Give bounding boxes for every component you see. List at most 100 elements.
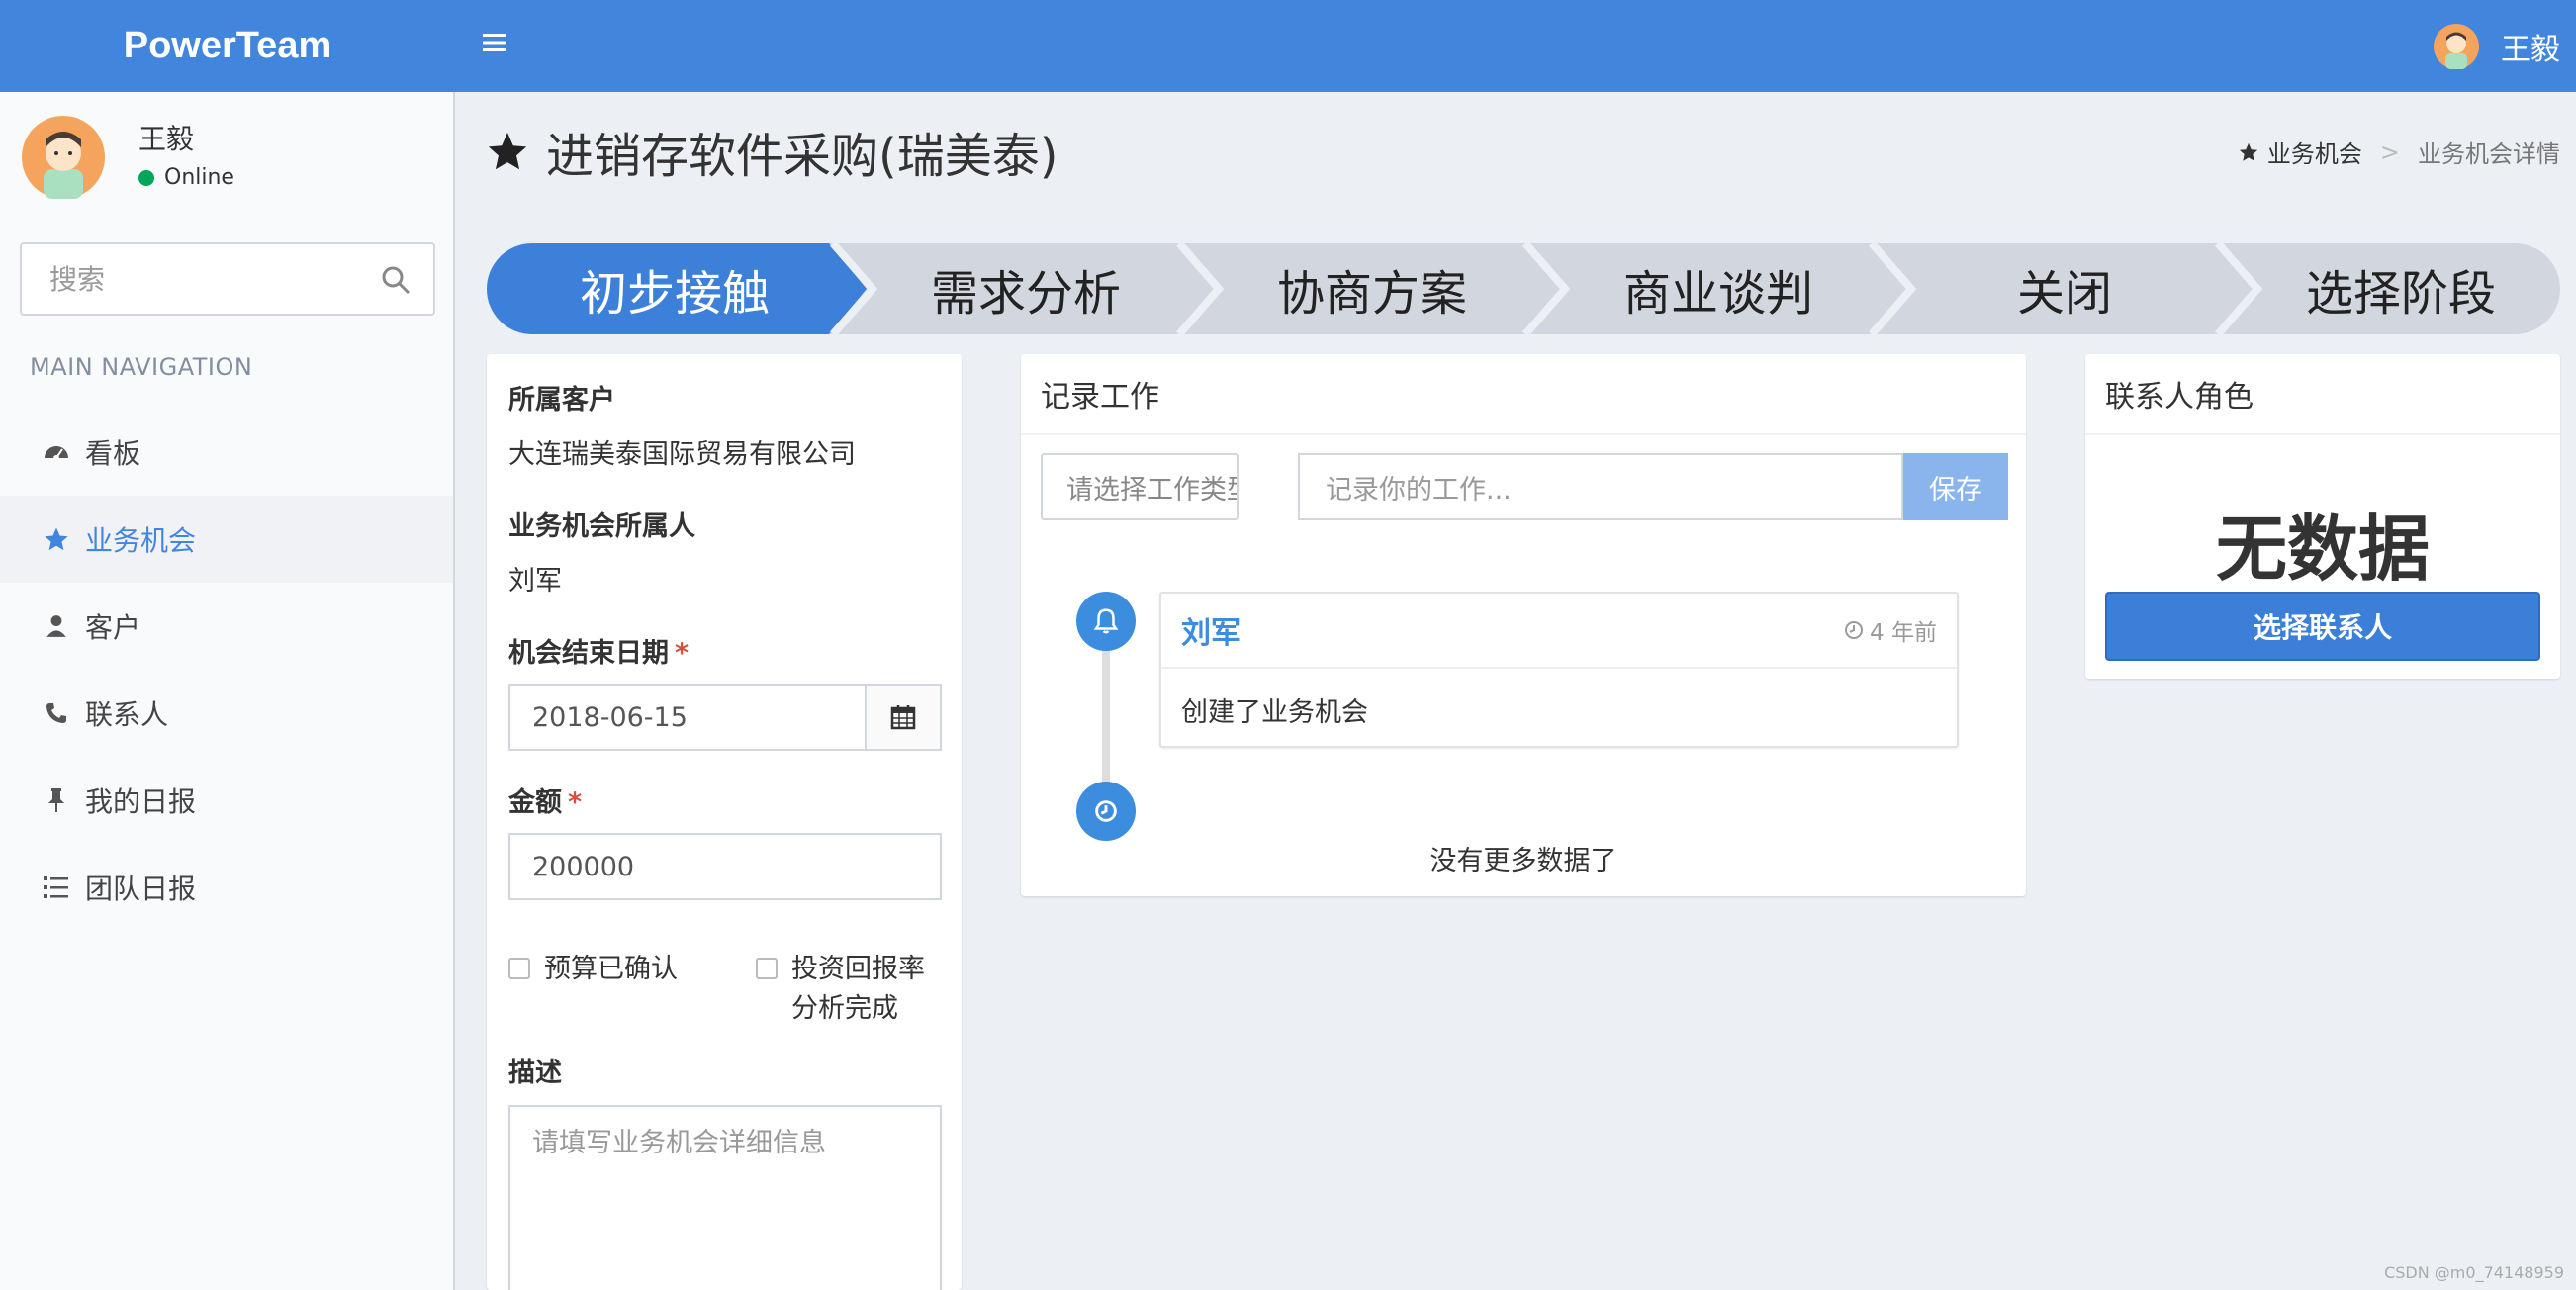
sidebar-item-label: 业务机会 (85, 524, 197, 557)
owner-label: 业务机会所属人 (508, 511, 695, 542)
amount-label-text: 金额 (508, 787, 562, 818)
customer-value: 大连瑞美泰国际贸易有限公司 (508, 439, 856, 470)
roi-analysis-label: 投资回报率 分析完成 (791, 950, 925, 1029)
stage-proposal[interactable]: 协商方案 (1219, 243, 1525, 334)
budget-confirmed-checkbox[interactable]: 预算已确认 (508, 950, 756, 1029)
star-icon (488, 132, 527, 170)
sidebar-item-label: 联系人 (85, 698, 169, 731)
no-data-text: 无数据 (2215, 507, 2430, 591)
owner-value: 刘军 (508, 566, 562, 597)
sidebar-user-name: 王毅 (138, 123, 195, 155)
app-logo[interactable]: PowerTeam (0, 0, 455, 92)
timeline-time-text: 4 年前 (1870, 620, 1937, 646)
description-label: 描述 (508, 1058, 562, 1088)
user-icon (40, 609, 73, 643)
timeline-item-header: 刘军 4 年前 (1161, 594, 1957, 669)
clock-icon (1845, 621, 1864, 639)
work-input-row: 请选择工作类型 记录你的工作... 保存 (1041, 453, 2008, 520)
watermark: CSDN @m0_74148959 (2384, 1263, 2564, 1282)
budget-confirmed-label: 预算已确认 (544, 954, 678, 984)
contact-roles-panel: 联系人角色 无数据 选择联系人 (2085, 354, 2560, 679)
no-more-data: 没有更多数据了 (1429, 846, 1617, 876)
checkbox-icon[interactable] (756, 958, 778, 979)
checkbox-icon[interactable] (508, 958, 530, 979)
sidebar-item-opportunities[interactable]: 业务机会 (0, 496, 453, 583)
sidebar-item-my-daily-report[interactable]: 我的日报 (0, 757, 453, 844)
sidebar-item-dashboard[interactable]: 看板 (0, 409, 453, 496)
end-date-field: 2018-06-15 (508, 684, 942, 751)
end-date-input[interactable]: 2018-06-15 (510, 686, 865, 749)
end-date-label: 机会结束日期 * (508, 631, 940, 670)
status-dot-icon (138, 169, 154, 186)
calendar-icon[interactable] (865, 686, 940, 749)
search-icon[interactable] (380, 264, 412, 296)
roi-label-line2: 分析完成 (791, 993, 898, 1024)
clock-icon (1076, 782, 1136, 841)
stage-needs-analysis[interactable]: 需求分析 (873, 243, 1179, 334)
sidebar-item-contacts[interactable]: 联系人 (0, 670, 453, 757)
bell-icon (1076, 592, 1136, 651)
hamburger-icon[interactable] (481, 28, 512, 63)
phone-icon (40, 696, 73, 730)
avatar (2434, 24, 2479, 69)
required-mark: * (675, 638, 690, 669)
stage-negotiation[interactable]: 商业谈判 (1565, 243, 1872, 334)
breadcrumb-home[interactable]: 业务机会 (2238, 135, 2362, 169)
search-input[interactable] (22, 244, 358, 314)
work-content-input[interactable]: 记录你的工作... (1298, 453, 1903, 520)
top-navbar: PowerTeam 王毅 (0, 0, 2576, 92)
dashboard-icon (40, 435, 73, 469)
amount-field: 200000 (508, 833, 942, 900)
sidebar-item-label: 看板 (85, 437, 141, 470)
timeline-author[interactable]: 刘军 (1181, 608, 1241, 652)
timeline-time: 4 年前 (1844, 613, 1937, 647)
sidebar-search (20, 242, 435, 316)
description-textarea[interactable]: 请填写业务机会详细信息 (508, 1105, 942, 1290)
customer-label: 所属客户 (508, 385, 615, 415)
sidebar-item-team-daily-report[interactable]: 团队日报 (0, 844, 453, 931)
confirmation-checks: 预算已确认 投资回报率 分析完成 (508, 950, 940, 1029)
nav-header: MAIN NAVIGATION (30, 353, 253, 381)
contact-roles-title: 联系人角色 (2085, 354, 2560, 435)
work-log-title: 记录工作 (1021, 354, 2026, 435)
breadcrumb-home-label: 业务机会 (2266, 140, 2362, 168)
sidebar-item-label: 团队日报 (85, 873, 197, 905)
roi-analysis-checkbox[interactable]: 投资回报率 分析完成 (756, 950, 925, 1029)
save-button[interactable]: 保存 (1903, 453, 2008, 520)
stage-closed[interactable]: 关闭 (1911, 243, 2218, 334)
star-icon (2239, 142, 2258, 161)
sidebar: 王毅 Online MAIN NAVIGATION 看板 业务机会 客户 (0, 92, 455, 1290)
required-mark: * (568, 787, 583, 818)
amount-label: 金额 * (508, 781, 940, 819)
stage-progress: 初步接触 需求分析 协商方案 商业谈判 关闭 选择阶段 (487, 243, 2560, 334)
status-text: Online (164, 165, 234, 190)
sidebar-item-label: 我的日报 (85, 785, 197, 818)
user-status: Online (138, 165, 234, 190)
breadcrumb-current: 业务机会详情 (2418, 140, 2560, 168)
user-menu[interactable]: 王毅 (2434, 20, 2560, 73)
roi-label-line1: 投资回报率 (791, 954, 925, 984)
opportunity-details-panel: 所属客户 大连瑞美泰国际贸易有限公司 业务机会所属人 刘军 机会结束日期 * 20… (487, 354, 962, 1290)
select-contact-button[interactable]: 选择联系人 (2105, 592, 2540, 661)
thumbtack-icon (40, 783, 73, 817)
stage-initial-contact[interactable]: 初步接触 (526, 243, 823, 334)
main-navigation: 看板 业务机会 客户 联系人 我的日报 团队日报 (0, 409, 453, 931)
amount-input[interactable]: 200000 (510, 835, 940, 898)
work-log-panel: 记录工作 请选择工作类型 记录你的工作... 保存 刘军 4 年前 创建了业务机… (1021, 354, 2026, 896)
star-icon (40, 522, 73, 556)
user-panel: 王毅 Online (22, 116, 437, 205)
timeline-item: 刘军 4 年前 创建了业务机会 (1159, 592, 1959, 748)
user-name: 王毅 (2501, 33, 2560, 67)
list-icon (40, 871, 73, 904)
sidebar-item-customers[interactable]: 客户 (0, 583, 453, 670)
breadcrumb-separator: > (2379, 138, 2400, 166)
work-type-select[interactable]: 请选择工作类型 (1041, 453, 1239, 520)
work-type-placeholder: 请选择工作类型 (1066, 474, 1239, 506)
breadcrumb: 业务机会 > 业务机会详情 (2238, 135, 2560, 169)
page-title: 进销存软件采购(瑞美泰) (485, 117, 1058, 186)
end-date-label-text: 机会结束日期 (508, 638, 669, 669)
avatar (22, 116, 105, 199)
stage-select[interactable]: 选择阶段 (2257, 243, 2544, 334)
timeline-content: 创建了业务机会 (1181, 697, 1368, 728)
page-title-text: 进销存软件采购(瑞美泰) (546, 129, 1058, 184)
